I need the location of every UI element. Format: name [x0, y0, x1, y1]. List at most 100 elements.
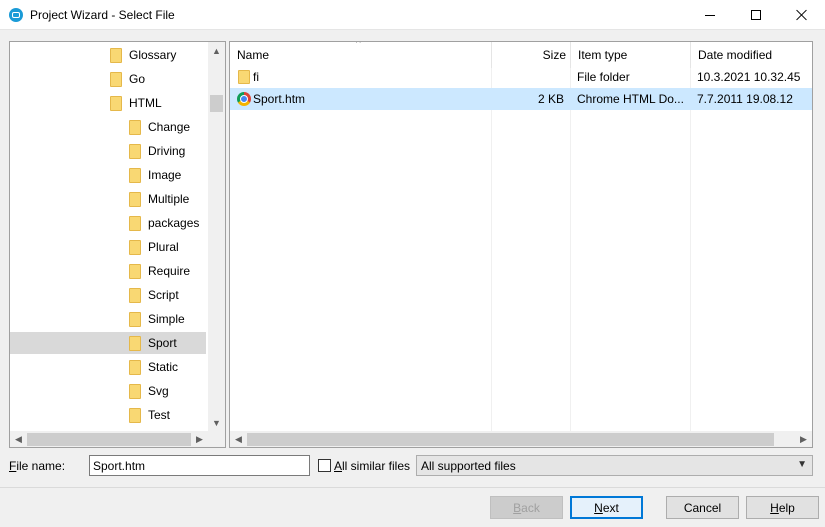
folder-icon: [238, 70, 250, 84]
folder-icon: [110, 95, 122, 111]
folder-icon: [129, 215, 141, 231]
footer-divider: [0, 487, 825, 488]
close-icon: [796, 9, 808, 21]
folder-icon: [129, 359, 141, 375]
cell-size: 2 KB: [537, 92, 564, 106]
folder-icon: [129, 335, 141, 351]
tree-item[interactable]: Svg: [10, 380, 206, 402]
tree-item[interactable]: Driving: [10, 140, 206, 162]
filename-label: File name:: [9, 459, 65, 473]
tree-hscroll-thumb[interactable]: [27, 433, 191, 446]
tree-item[interactable]: Image: [10, 164, 206, 186]
table-row[interactable]: fi File folder 10.3.2021 10.32.45: [230, 66, 812, 88]
tree-item[interactable]: Sport: [10, 332, 206, 354]
help-button[interactable]: Help: [746, 496, 819, 519]
table-row[interactable]: Sport.htm 2 KB Chrome HTML Do... 7.7.2011 1…: [230, 88, 812, 110]
cell-size: [492, 66, 564, 88]
maximize-button[interactable]: [733, 0, 779, 30]
minimize-button[interactable]: [687, 0, 733, 30]
folder-icon: [110, 71, 122, 87]
column-header-name[interactable]: Name ^: [230, 42, 492, 68]
cell-modified: 10.3.2021 10.32.45: [697, 70, 801, 84]
tree-horizontal-scrollbar[interactable]: ◀ ▶: [10, 431, 225, 447]
back-accel: B: [513, 500, 522, 515]
folder-icon: [129, 119, 141, 135]
back-button[interactable]: Back: [490, 496, 563, 519]
column-header-modified[interactable]: Date modified: [691, 42, 812, 68]
cancel-text: Cancel: [683, 500, 722, 515]
tree-item-label: Plural: [148, 240, 179, 254]
column-divider: [491, 68, 492, 431]
all-similar-files-label[interactable]: All similar files: [334, 459, 410, 473]
column-header-size-label: Size: [542, 48, 566, 62]
folder-icon: [129, 191, 141, 207]
tree-item[interactable]: Script: [10, 284, 206, 306]
scroll-right-icon[interactable]: ▶: [795, 431, 812, 447]
next-button[interactable]: Next: [570, 496, 643, 519]
tree-item[interactable]: Go: [10, 68, 206, 90]
tree-item[interactable]: Glossary: [10, 44, 206, 66]
column-header-modified-label: Date modified: [698, 48, 773, 62]
folder-icon: [129, 407, 141, 423]
tree-item[interactable]: Require: [10, 260, 206, 282]
file-type-select[interactable]: All supported files ▼: [416, 455, 813, 476]
list-horizontal-scrollbar[interactable]: ◀ ▶: [230, 431, 812, 447]
next-accel: N: [594, 500, 603, 515]
scroll-left-icon[interactable]: ◀: [10, 431, 27, 447]
back-text: ack: [521, 500, 540, 515]
tree-item-label: Script: [148, 288, 179, 302]
tree-item[interactable]: HTML: [10, 92, 206, 114]
list-hscroll-thumb[interactable]: [247, 433, 774, 446]
tree-item-label: HTML: [129, 96, 162, 110]
help-text: elp: [778, 500, 795, 515]
tree-item[interactable]: Change: [10, 116, 206, 138]
all-similar-files-checkbox[interactable]: [318, 459, 331, 472]
folder-icon: [129, 239, 141, 255]
tree-item-label: Change: [148, 120, 191, 134]
cancel-button[interactable]: Cancel: [666, 496, 739, 519]
scroll-left-icon[interactable]: ◀: [230, 431, 247, 447]
scroll-up-icon[interactable]: ▲: [208, 42, 225, 59]
tree-item-label: Sport: [148, 336, 177, 350]
tree-item-label: Multiple: [148, 192, 190, 206]
tree-item-label: Simple: [148, 312, 185, 326]
tree-item[interactable]: Simple: [10, 308, 206, 330]
filename-label-text: ile name:: [16, 459, 66, 473]
column-header-type-label: Item type: [578, 48, 628, 62]
tree-scroll-thumb[interactable]: [210, 95, 223, 112]
cell-type: Chrome HTML Do...: [577, 92, 684, 106]
tree-item-label: packages: [148, 216, 200, 230]
column-header-type[interactable]: Item type: [571, 42, 691, 68]
folder-icon: [110, 47, 122, 63]
tree-item-label: Test: [148, 408, 171, 422]
filename-input[interactable]: [89, 455, 310, 476]
tree-item[interactable]: packages: [10, 212, 206, 234]
folder-tree: Glossary Go HTML Change Driving Image Multiple…: [9, 41, 226, 448]
column-header-name-label: Name: [237, 48, 270, 62]
maximize-icon: [751, 10, 761, 20]
tree-item-label: Driving: [148, 144, 186, 158]
tree-item-label: Svg: [148, 384, 169, 398]
tree-item[interactable]: Static: [10, 356, 206, 378]
tree-item-label: Static: [148, 360, 179, 374]
folder-icon: [129, 287, 141, 303]
folder-icon: [129, 167, 141, 183]
column-divider: [570, 68, 571, 431]
close-button[interactable]: [779, 0, 825, 30]
column-divider: [690, 68, 691, 431]
sort-ascending-icon: ^: [356, 41, 361, 49]
tree-item[interactable]: Multiple: [10, 188, 206, 210]
minimize-icon: [705, 14, 715, 16]
column-header-size[interactable]: Size: [492, 42, 571, 68]
help-accel: H: [770, 500, 779, 515]
tree-item-label: Glossary: [129, 48, 177, 62]
window-title: Project Wizard - Select File: [30, 8, 175, 22]
tree-item[interactable]: Plural: [10, 236, 206, 258]
scroll-down-icon[interactable]: ▼: [208, 414, 225, 431]
scroll-right-icon[interactable]: ▶: [191, 431, 208, 447]
app-icon: [9, 8, 23, 22]
cell-name: fi: [253, 70, 259, 84]
tree-vertical-scrollbar[interactable]: ▲ ▼: [208, 42, 225, 431]
tree-item[interactable]: Test: [10, 404, 206, 426]
folder-icon: [129, 143, 141, 159]
